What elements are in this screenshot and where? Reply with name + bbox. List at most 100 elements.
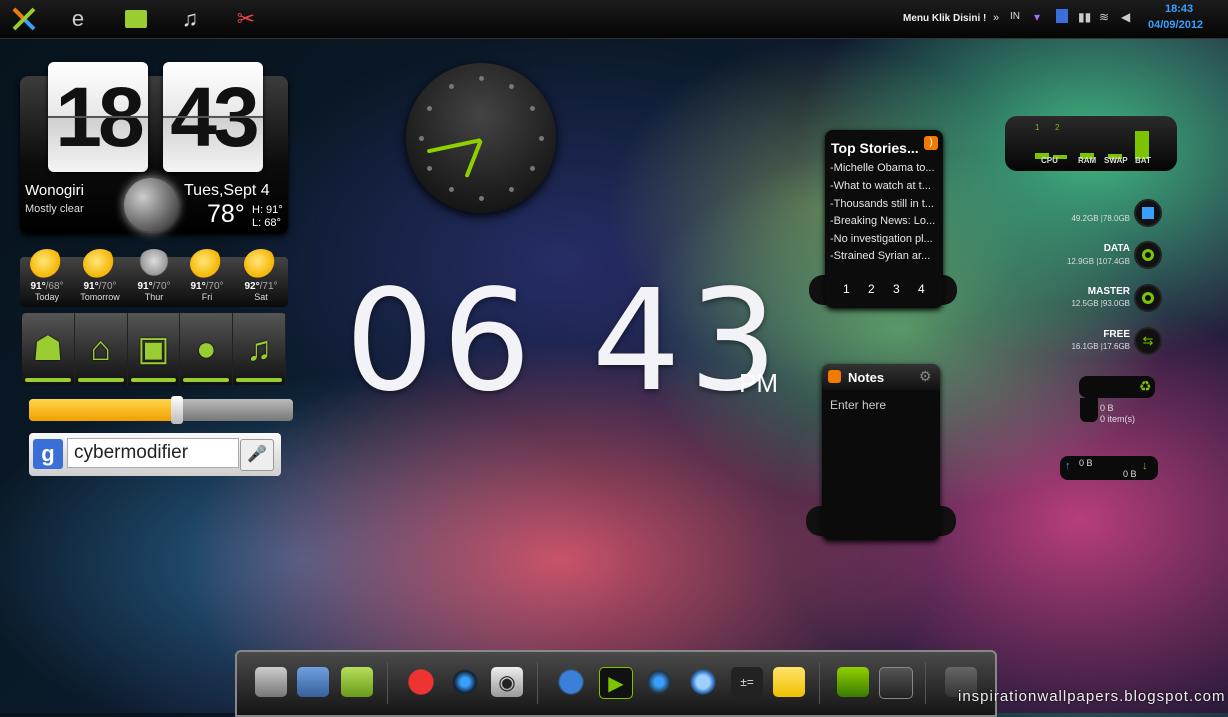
music-icon[interactable]: ♫ (233, 313, 286, 385)
google-icon[interactable]: g (33, 439, 63, 469)
story-item[interactable]: -Thousands still in t... (830, 198, 940, 210)
dock-separator (387, 662, 388, 704)
drive-name: DATA (1103, 243, 1130, 254)
start-menu-link[interactable]: Menu Klik Disini ! (903, 13, 986, 24)
overflow-chevron[interactable]: » (993, 12, 999, 24)
high-temperature: H: 91° (252, 204, 283, 216)
city-name: Wonogiri (25, 182, 84, 199)
drive-icon[interactable] (1134, 241, 1162, 269)
weather-date: Tues,Sept 4 (184, 182, 270, 199)
stories-page-4[interactable]: 4 (918, 282, 925, 296)
volume-slider[interactable] (29, 396, 293, 424)
globe-icon[interactable]: ● (180, 313, 234, 385)
network-meter-widget[interactable]: ↑ 0 B 0 B ↓ (1060, 456, 1158, 480)
story-item[interactable]: -Michelle Obama to... (830, 162, 940, 174)
current-temperature: 78° (207, 200, 245, 228)
globe-icon[interactable] (555, 667, 587, 697)
hour-hand (464, 139, 483, 178)
forecast-day: 92°/71° Sat (234, 249, 288, 302)
notes-widget: Notes ⚙ Enter here (822, 364, 940, 540)
video-icon[interactable]: ▶ (599, 667, 633, 699)
drive-icon[interactable] (1134, 284, 1162, 312)
android-icon[interactable]: ☗ (22, 313, 75, 385)
recycle-bin-knobs (1080, 398, 1098, 422)
camera-icon[interactable]: ◉ (491, 667, 523, 697)
forecast-day: 91°/70° Thur (127, 249, 181, 302)
weather-clock-widget[interactable]: 18 43 Wonogiri Mostly clear Tues,Sept 4 … (20, 62, 288, 234)
recycle-icon[interactable]: ♻ (1139, 378, 1152, 395)
home-icon[interactable]: ⌂ (75, 313, 128, 385)
media-icon[interactable] (449, 667, 481, 697)
clock-tick (508, 187, 514, 193)
taskbar: e ♫ ✂ Menu Klik Disini ! » IN ▾ ▮▮ ≋ ◀ 1… (0, 0, 1228, 39)
system-meter-widget[interactable]: 1 2 CPU RAM SWAP BAT (1005, 116, 1177, 171)
forecast-strip[interactable]: 91°/68° Today 91°/70° Tomorrow 91°/70° T… (20, 249, 288, 307)
forecast-day-label: Thur (144, 292, 164, 302)
forecast-high: 91° (30, 281, 46, 292)
folder-icon[interactable] (122, 5, 150, 33)
chevron-down-icon[interactable]: ▾ (1034, 10, 1040, 24)
slider-fill (29, 399, 177, 421)
story-item[interactable]: -Strained Syrian ar... (830, 250, 940, 262)
story-item[interactable]: -Breaking News: Lo... (830, 215, 940, 227)
notes-header: Notes ⚙ (822, 364, 940, 390)
speaker-icon[interactable] (643, 667, 675, 697)
analog-clock[interactable] (406, 63, 556, 213)
forecast-low: /70° (152, 281, 171, 292)
devices-icon[interactable]: ▮▮ (1078, 10, 1091, 24)
forecast-day-label: Tomorrow (80, 292, 120, 302)
battery-label: BAT (1135, 156, 1151, 165)
trash-icon[interactable]: ▣ (128, 313, 181, 385)
volume-icon[interactable]: ◀ (1121, 10, 1130, 24)
forecast-high: 91° (83, 281, 99, 292)
weather-condition: Mostly clear (25, 203, 84, 215)
tools-icon[interactable]: ✂ (232, 5, 260, 33)
forecast-high: 91° (190, 281, 206, 292)
dock-separator (925, 662, 926, 704)
drive-size: 49.2GB |78.0GB (1071, 214, 1130, 223)
clock-tick (448, 187, 454, 193)
storm-cloud-icon (137, 249, 171, 279)
orb-icon[interactable] (687, 667, 719, 697)
slider-knob[interactable] (170, 396, 183, 424)
jelly-bean-icon[interactable] (837, 667, 869, 697)
notes-textarea[interactable]: Enter here (830, 398, 886, 412)
music-icon[interactable]: ♫ (176, 5, 204, 33)
user-icon[interactable] (1056, 9, 1068, 23)
network-icon[interactable] (297, 667, 329, 697)
stories-page-2[interactable]: 2 (868, 282, 875, 296)
wifi-icon[interactable]: ≋ (1099, 10, 1109, 24)
gallery-icon[interactable] (879, 667, 913, 699)
gear-icon[interactable]: ⚙ (919, 368, 932, 385)
taskbar-date[interactable]: 04/09/2012 (1148, 19, 1203, 31)
browser-icon[interactable]: e (64, 5, 92, 33)
usb-icon[interactable]: ⇆ (1134, 327, 1162, 355)
sticky-note-icon[interactable] (773, 667, 805, 697)
google-search-widget: g cybermodifier 🎤 (29, 433, 281, 476)
battery-meter (1135, 131, 1149, 159)
drive-icon[interactable] (255, 667, 287, 697)
clock-tick (508, 83, 514, 89)
stories-page-3[interactable]: 3 (893, 282, 900, 296)
clock-tick (426, 105, 432, 111)
drive-size: 12.5GB |93.0GB (1071, 299, 1130, 308)
windows-icon[interactable] (1134, 199, 1162, 227)
search-input[interactable]: cybermodifier (67, 438, 239, 468)
start-icon[interactable] (10, 5, 38, 33)
drive-name: FREE (1103, 329, 1130, 340)
folder-icon[interactable] (341, 667, 373, 697)
story-item[interactable]: -No investigation pl... (830, 233, 940, 245)
calculator-icon[interactable]: ±= (731, 667, 763, 697)
recycle-size: 0 B (1100, 403, 1114, 413)
app-launcher-bar: ☗ ⌂ ▣ ● ♫ (22, 313, 286, 385)
notes-title: Notes (848, 370, 885, 385)
moon-icon (124, 178, 178, 232)
rss-icon[interactable]: ) (924, 136, 938, 150)
language-indicator[interactable]: IN (1010, 11, 1020, 22)
angry-birds-icon[interactable] (405, 667, 437, 697)
taskbar-time[interactable]: 18:43 (1165, 3, 1193, 15)
microphone-icon[interactable]: 🎤 (240, 439, 274, 471)
story-item[interactable]: -What to watch at t... (830, 180, 940, 192)
sun-icon (83, 249, 117, 279)
stories-page-1[interactable]: 1 (843, 282, 850, 296)
